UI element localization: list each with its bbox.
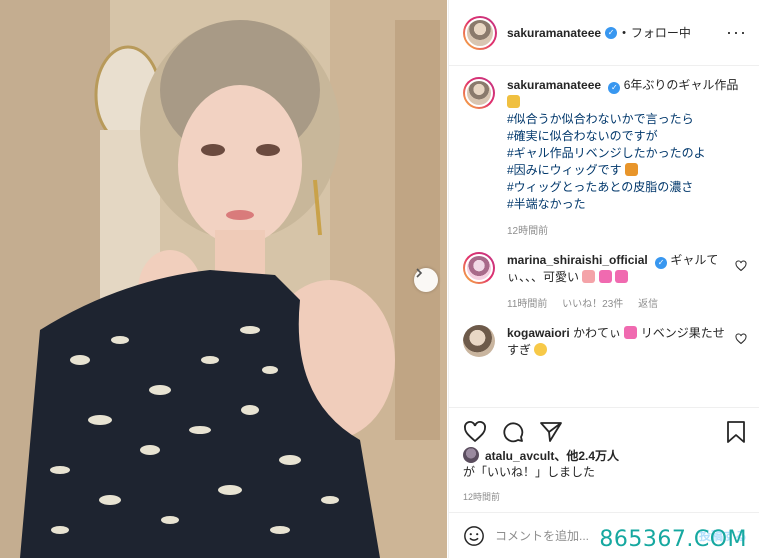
post-timestamp: 12時間前 bbox=[463, 492, 501, 502]
wig-emoji-icon bbox=[625, 163, 639, 176]
like-heart-icon[interactable] bbox=[463, 420, 487, 444]
heart-emoji-icon bbox=[598, 270, 612, 283]
reply-link[interactable]: 返信 bbox=[638, 299, 658, 310]
hashtag-link[interactable]: #ギャル作品リベンジしたかったのよ bbox=[507, 145, 747, 162]
liker-avatar[interactable] bbox=[463, 447, 479, 463]
commenter-avatar[interactable] bbox=[463, 252, 495, 284]
hashtag-link[interactable]: #ウィッグとったあとの皮脂の濃さ bbox=[507, 179, 747, 196]
heart-emoji-icon bbox=[624, 326, 638, 339]
caption-username[interactable]: sakuramanateee bbox=[507, 78, 601, 92]
hashtag-link[interactable]: #似合うか似合わないかで言ったら bbox=[507, 111, 747, 128]
comments-list: sakuramanateee ✓ 6年ぶりのギャル作品 #似合うか似合わないかで… bbox=[449, 77, 759, 407]
caption: sakuramanateee ✓ 6年ぶりのギャル作品 #似合うか似合わないかで… bbox=[463, 77, 747, 240]
comment-text: かわてぃ bbox=[573, 326, 622, 340]
smiling-hearts-emoji-icon bbox=[582, 270, 596, 283]
heart-outline-icon[interactable] bbox=[735, 333, 747, 345]
photo-illustration bbox=[0, 0, 447, 558]
comment-likes[interactable]: いいね！23件 bbox=[562, 299, 623, 310]
bookmark-icon[interactable] bbox=[725, 420, 747, 444]
next-photo-button[interactable] bbox=[414, 268, 438, 292]
comment-username[interactable]: kogawaiori bbox=[507, 326, 570, 340]
verified-icon: ✓ bbox=[655, 257, 668, 269]
hashtag-link[interactable]: #確実に似合わないのですが bbox=[507, 128, 747, 145]
heart-emoji-icon bbox=[615, 270, 629, 283]
comment-time: 11時間前 bbox=[507, 299, 548, 310]
likes-others[interactable]: 、他2.4万人 bbox=[554, 449, 619, 463]
verified-icon: ✓ bbox=[608, 82, 621, 94]
liker-username[interactable]: atalu_avcult bbox=[485, 449, 554, 463]
heart-outline-icon[interactable] bbox=[735, 260, 747, 272]
comment-username[interactable]: marina_shiraishi_official bbox=[507, 253, 648, 267]
commenter-avatar[interactable] bbox=[463, 325, 495, 357]
author-username[interactable]: sakuramanateee bbox=[507, 26, 601, 40]
action-bar bbox=[449, 407, 759, 447]
caption-text: 6年ぶりのギャル作品 bbox=[623, 78, 739, 92]
follow-state[interactable]: フォロー中 bbox=[631, 24, 691, 41]
comment-item: kogawaiori かわてぃ リベンジ果たせすぎ bbox=[463, 325, 747, 359]
post-header: sakuramanateee ✓ • フォロー中 ··· bbox=[449, 0, 759, 66]
share-icon[interactable] bbox=[539, 420, 563, 444]
likes-summary: atalu_avcult、他2.4万人 が「いいね！」しました bbox=[463, 447, 747, 480]
comment-meta: 11時間前 いいね！23件 返信 bbox=[507, 296, 729, 313]
more-options-icon[interactable]: ··· bbox=[726, 22, 747, 43]
post-sidebar: sakuramanateee ✓ • フォロー中 ··· sakuramanat… bbox=[448, 0, 759, 558]
hashtag-link[interactable]: #因みにウィッグです bbox=[507, 162, 747, 179]
hashtag-link[interactable]: #半端なかった bbox=[507, 196, 747, 213]
likes-suffix: が「いいね！」しました bbox=[463, 465, 596, 479]
grinning-emoji-icon bbox=[534, 343, 548, 356]
tiger-emoji-icon bbox=[507, 95, 520, 108]
verified-icon: ✓ bbox=[605, 26, 618, 39]
site-watermark: 865367.COM bbox=[599, 527, 747, 552]
comment-item: marina_shiraishi_official ✓ ギャルてぃ、、、可愛い … bbox=[463, 252, 747, 313]
comment-icon[interactable] bbox=[501, 420, 525, 444]
chevron-right-icon bbox=[416, 268, 423, 278]
caption-time: 12時間前 bbox=[507, 226, 549, 237]
separator-dot: • bbox=[622, 26, 626, 39]
author-avatar[interactable] bbox=[463, 15, 497, 50]
caption-avatar[interactable] bbox=[463, 77, 495, 109]
emoji-icon[interactable] bbox=[463, 525, 485, 547]
post-photo bbox=[0, 0, 447, 558]
